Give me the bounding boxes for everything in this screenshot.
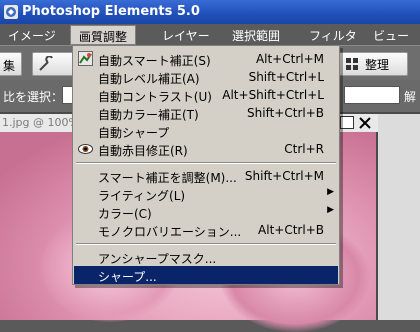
menu-item-label: モノクロバリエーション... <box>98 225 242 239</box>
menu-item-label: ライティング(L) <box>98 189 186 203</box>
menu-item-sharpen[interactable]: シャープ... <box>74 266 338 284</box>
window-title: Photoshop Elements 5.0 <box>22 4 200 19</box>
menu-item-label: カラー(C) <box>98 207 152 221</box>
menu-select[interactable]: 選択範囲 <box>232 27 280 43</box>
wrench-icon <box>39 56 53 71</box>
menu-item-auto-smart-fix[interactable]: 自動スマート補正(S) Alt+Ctrl+M <box>74 50 338 68</box>
submenu-arrow-icon: ▶ <box>327 187 334 197</box>
maximize-button[interactable] <box>340 116 354 129</box>
menu-separator <box>76 243 336 245</box>
organize-button[interactable]: 整理 <box>338 52 408 76</box>
menu-item-convert-bw[interactable]: モノクロバリエーション... Alt+Ctrl+B <box>74 221 338 239</box>
submenu-arrow-icon: ▶ <box>327 205 334 215</box>
enhance-menu: 自動スマート補正(S) Alt+Ctrl+M 自動レベル補正(A) Shift+… <box>72 45 340 285</box>
menu-item-adjust-smart-fix[interactable]: スマート補正を調整(M)... Shift+Ctrl+M <box>74 167 338 185</box>
menu-item-label: スマート補正を調整(M)... <box>98 171 237 185</box>
menu-item-label: 自動コントラスト(U) <box>98 90 212 104</box>
edit-mode-label: 集 <box>3 59 16 73</box>
quick-fix-button[interactable] <box>32 52 76 76</box>
menu-item-shortcut: Shift+Ctrl+L <box>248 70 324 84</box>
menu-item-label: 自動レベル補正(A) <box>98 72 200 86</box>
eye-icon <box>78 144 93 154</box>
menu-item-auto-red-eye[interactable]: 自動赤目修正(R) Ctrl+R <box>74 140 338 158</box>
menu-item-label: アンシャープマスク... <box>98 252 217 266</box>
menu-bar: イメージ 画質調整 レイヤー 選択範囲 フィルタ ビュー <box>0 24 420 45</box>
auto-smart-fix-icon <box>78 51 93 66</box>
menu-filter[interactable]: フィルタ <box>309 27 357 43</box>
menu-item-shortcut: Shift+Ctrl+B <box>247 106 324 120</box>
edit-mode-button[interactable]: 集 <box>0 52 22 76</box>
menu-item-shortcut: Alt+Ctrl+B <box>258 223 324 237</box>
menu-item-label: 自動スマート補正(S) <box>98 54 211 68</box>
menu-item-auto-sharpen[interactable]: 自動シャープ <box>74 122 338 140</box>
document-title: 1.jpg @ 100% <box>2 116 79 129</box>
menu-item-label: シャープ... <box>98 270 157 284</box>
resolution-label: 解 <box>404 90 417 104</box>
menu-item-auto-contrast[interactable]: 自動コントラスト(U) Alt+Shift+Ctrl+L <box>74 86 338 104</box>
menu-separator <box>76 162 336 164</box>
menu-item-lighting[interactable]: ライティング(L) ▶ <box>74 185 338 203</box>
close-icon[interactable] <box>358 116 372 130</box>
photoshop-elements-icon <box>4 5 18 19</box>
menu-item-label: 自動赤目修正(R) <box>98 144 188 158</box>
menu-item-shortcut: Alt+Ctrl+M <box>255 52 324 66</box>
menu-layer[interactable]: レイヤー <box>162 27 210 43</box>
menu-item-unsharp-mask[interactable]: アンシャープマスク... <box>74 248 338 266</box>
menu-item-auto-color[interactable]: 自動カラー補正(T) Shift+Ctrl+B <box>74 104 338 122</box>
right-panel <box>378 114 420 320</box>
menu-item-label: 自動カラー補正(T) <box>98 108 199 122</box>
menu-item-shortcut: Shift+Ctrl+M <box>244 169 324 183</box>
menu-item-label: 自動シャープ <box>98 126 170 140</box>
menu-item-color[interactable]: カラー(C) ▶ <box>74 203 338 221</box>
organize-label: 整理 <box>365 58 390 72</box>
menu-image[interactable]: イメージ <box>8 27 56 43</box>
grid-icon <box>346 58 358 70</box>
ratio-label: 比を選択： <box>3 90 64 104</box>
menu-item-auto-levels[interactable]: 自動レベル補正(A) Shift+Ctrl+L <box>74 68 338 86</box>
menu-view[interactable]: ビュー <box>373 27 409 43</box>
menu-enhance[interactable]: 画質調整 <box>70 25 137 45</box>
menu-item-shortcut: Alt+Shift+Ctrl+L <box>222 88 324 102</box>
menu-item-shortcut: Ctrl+R <box>284 142 324 156</box>
title-bar: Photoshop Elements 5.0 <box>0 0 420 24</box>
resolution-input[interactable] <box>344 86 400 104</box>
